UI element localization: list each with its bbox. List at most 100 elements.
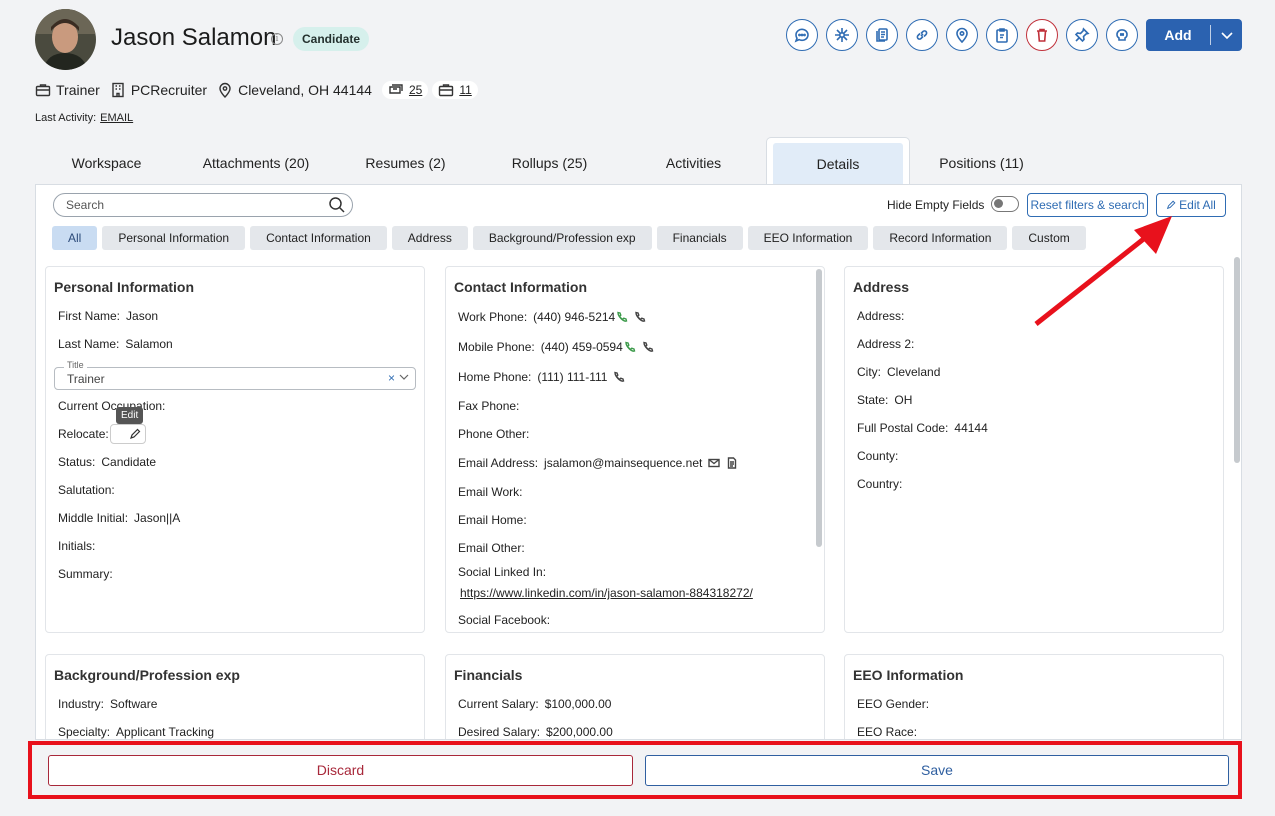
desired-salary-field[interactable]: Desired Salary: $200,000.00 [458, 725, 613, 739]
email-work-field[interactable]: Email Work: [458, 485, 528, 499]
rollups-count[interactable]: 25 [409, 83, 422, 97]
industry-field[interactable]: Industry: Software [58, 697, 157, 711]
country-field[interactable]: Country: [857, 477, 908, 491]
add-button[interactable]: Add [1146, 19, 1242, 51]
positions-count[interactable]: 11 [459, 83, 471, 97]
email-address-field[interactable]: Email Address: jsalamon@mainsequence.net [458, 456, 738, 470]
linkedin-field[interactable]: Social Linked In: [458, 565, 552, 579]
copy-button[interactable] [986, 19, 1018, 51]
work-phone-field[interactable]: Work Phone: (440) 946-5214 [458, 310, 646, 324]
phone-other-field[interactable]: Phone Other: [458, 427, 535, 441]
postal-code-field[interactable]: Full Postal Code: 44144 [857, 421, 988, 435]
current-occupation-field[interactable]: Current Occupation: [58, 399, 171, 413]
status-value: Candidate [101, 455, 157, 469]
mobile-phone-field[interactable]: Mobile Phone: (440) 459-0594 [458, 340, 654, 354]
ai-assistant-button[interactable] [1106, 19, 1138, 51]
initials-field[interactable]: Initials: [58, 539, 101, 553]
first-name-value: Jason [126, 309, 159, 323]
address-field[interactable]: Address: [857, 309, 910, 323]
current-salary-field[interactable]: Current Salary: $100,000.00 [458, 697, 611, 711]
phone-icon[interactable] [634, 311, 646, 323]
mail-icon[interactable] [708, 457, 721, 469]
clear-icon[interactable]: × [388, 371, 395, 385]
phone-icon[interactable] [613, 371, 625, 383]
trash-icon [1037, 28, 1047, 42]
county-field[interactable]: County: [857, 449, 904, 463]
filter-contact-information[interactable]: Contact Information [250, 226, 387, 250]
search-input[interactable]: Search [53, 193, 353, 217]
facebook-field[interactable]: Social Facebook: [458, 613, 556, 627]
tab-resumes[interactable]: Resumes (2) [334, 137, 477, 185]
pin-button[interactable] [1066, 19, 1098, 51]
tab-rollups[interactable]: Rollups (25) [477, 137, 622, 185]
city-field[interactable]: City: Cleveland [857, 365, 940, 379]
tab-attachments[interactable]: Attachments (20) [178, 137, 334, 185]
tab-positions[interactable]: Positions (11) [910, 137, 1053, 185]
email-home-field[interactable]: Email Home: [458, 513, 533, 527]
fax-phone-field[interactable]: Fax Phone: [458, 399, 525, 413]
last-name-label: Last Name: [58, 337, 120, 351]
delete-button[interactable] [1026, 19, 1058, 51]
filter-personal-information[interactable]: Personal Information [102, 226, 246, 250]
tab-workspace[interactable]: Workspace [35, 137, 178, 185]
add-dropdown-toggle[interactable] [1211, 28, 1242, 42]
hide-empty-toggle[interactable] [991, 196, 1019, 212]
network-button[interactable] [826, 19, 858, 51]
contact-card-scrollbar[interactable] [816, 269, 822, 547]
address-label: Address: [857, 309, 905, 323]
last-name-field[interactable]: Last Name: Salamon [58, 337, 173, 351]
filter-address[interactable]: Address [391, 226, 468, 250]
search-icon[interactable] [328, 196, 346, 214]
middle-initial-field[interactable]: Middle Initial: Jason||A [58, 511, 180, 525]
save-button[interactable]: Save [645, 755, 1229, 786]
message-button[interactable] [786, 19, 818, 51]
current-occupation-label: Current Occupation: [58, 399, 166, 413]
filter-financials[interactable]: Financials [656, 226, 743, 250]
filter-all[interactable]: All [52, 226, 98, 250]
title-select[interactable]: Title Trainer × [54, 360, 416, 390]
relocate-edit-button[interactable] [110, 424, 146, 444]
background-card: Background/Profession exp Industry: Softw… [45, 654, 425, 739]
phone-icon[interactable] [642, 341, 654, 353]
filter-record-information[interactable]: Record Information [873, 226, 1008, 250]
status-field[interactable]: Status: Candidate [58, 455, 156, 469]
meta-title-text: Trainer [56, 82, 100, 98]
link-button[interactable] [906, 19, 938, 51]
eeo-gender-field[interactable]: EEO Gender: [857, 697, 935, 711]
info-icon[interactable]: i [271, 33, 283, 45]
salutation-field[interactable]: Salutation: [58, 483, 121, 497]
search-placeholder: Search [66, 198, 105, 212]
home-phone-field[interactable]: Home Phone: (111) 111-111 [458, 370, 625, 384]
desired-salary-value: $200,000.00 [546, 725, 613, 739]
fax-phone-label: Fax Phone: [458, 399, 520, 413]
documents-button[interactable] [866, 19, 898, 51]
linkedin-link[interactable]: https://www.linkedin.com/in/jason-salamo… [460, 586, 753, 600]
positions-count-pill[interactable]: 11 [432, 81, 478, 99]
discard-button[interactable]: Discard [48, 755, 633, 786]
filter-eeo-information[interactable]: EEO Information [747, 226, 869, 250]
relocate-field[interactable]: Relocate: [58, 427, 115, 441]
eeo-race-field[interactable]: EEO Race: [857, 725, 923, 739]
email-other-field[interactable]: Email Other: [458, 541, 531, 555]
specialty-field[interactable]: Specialty: Applicant Tracking [58, 725, 214, 739]
home-phone-label: Home Phone: [458, 370, 532, 384]
rollups-count-pill[interactable]: 25 [381, 81, 429, 99]
filter-background[interactable]: Background/Profession exp [472, 226, 652, 250]
last-activity-link[interactable]: EMAIL [100, 112, 133, 124]
document-icon[interactable] [726, 457, 738, 469]
chevron-down-icon[interactable] [399, 372, 409, 382]
eeo-heading: EEO Information [853, 667, 964, 683]
tab-details[interactable]: Details [766, 137, 910, 185]
first-name-field[interactable]: First Name: Jason [58, 309, 158, 323]
location-button[interactable] [946, 19, 978, 51]
pencil-icon [1167, 200, 1176, 210]
phone-call-icon[interactable] [616, 311, 628, 323]
address2-field[interactable]: Address 2: [857, 337, 920, 351]
panel-scrollbar[interactable] [1234, 257, 1240, 463]
state-field[interactable]: State: OH [857, 393, 912, 407]
briefcase-icon [439, 84, 454, 97]
tab-activities[interactable]: Activities [622, 137, 765, 185]
summary-field[interactable]: Summary: [58, 567, 119, 581]
record-tabs: Workspace Attachments (20) Resumes (2) R… [35, 137, 1242, 185]
phone-call-icon[interactable] [624, 341, 636, 353]
